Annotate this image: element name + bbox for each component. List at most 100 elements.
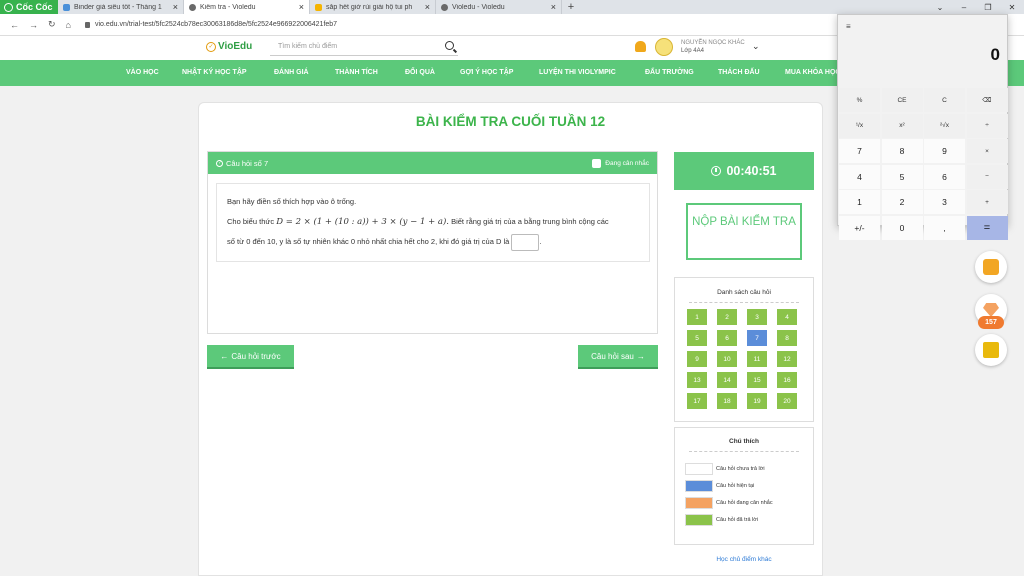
question-button[interactable]: 2 xyxy=(717,309,737,325)
calculator-key[interactable]: ¹/x xyxy=(839,113,880,138)
calculator-key[interactable]: x² xyxy=(881,113,923,138)
next-question-button[interactable]: Câu hỏi sau → xyxy=(578,345,658,369)
nav-violympic[interactable]: LUYỆN THI VIOLYMPIC xyxy=(539,69,616,76)
calculator-menu-icon[interactable]: ≡ xyxy=(846,22,851,31)
gift-shop-button[interactable] xyxy=(975,251,1007,283)
question-button[interactable]: 20 xyxy=(777,393,797,409)
timer-value: 00:40:51 xyxy=(726,164,777,178)
calculator-key[interactable]: 3 xyxy=(924,190,965,214)
tab-search-icon[interactable]: ⌄ xyxy=(928,0,952,14)
question-button[interactable]: 17 xyxy=(687,393,707,409)
question-button[interactable]: 3 xyxy=(747,309,767,325)
chevron-down-icon[interactable]: ⌄ xyxy=(752,41,760,52)
close-tab-icon[interactable]: × xyxy=(173,2,178,12)
nav-doi-qua[interactable]: ĐỔI QUÀ xyxy=(405,69,435,76)
calculator-key[interactable]: 7 xyxy=(839,139,880,163)
calculator-key[interactable]: , xyxy=(924,215,965,240)
calculator-key[interactable]: C xyxy=(924,88,965,112)
url-field[interactable]: vio.edu.vn/trial-test/5fc2524cb78ec30063… xyxy=(84,21,337,28)
calculator-key[interactable]: − xyxy=(966,164,1008,189)
question-button[interactable]: 11 xyxy=(747,351,767,367)
calculator-key[interactable]: % xyxy=(839,88,880,112)
calculator-key[interactable]: 8 xyxy=(881,139,923,163)
question-button[interactable]: 10 xyxy=(717,351,737,367)
calculator-key[interactable]: 2 xyxy=(881,190,923,214)
question-button[interactable]: 9 xyxy=(687,351,707,367)
question-button[interactable]: 4 xyxy=(777,309,797,325)
question-button[interactable]: 12 xyxy=(777,351,797,367)
legend-label: Câu hỏi hiện tại xyxy=(716,483,755,489)
lock-icon xyxy=(84,21,90,28)
prev-question-label: Câu hỏi trước xyxy=(231,351,281,361)
calculator-key[interactable]: 4 xyxy=(839,164,880,189)
new-tab-button[interactable]: + xyxy=(562,0,580,14)
nav-thach-dau[interactable]: THÁCH ĐẤU xyxy=(718,69,760,76)
consider-checkbox[interactable] xyxy=(592,158,602,168)
question-button[interactable]: 1 xyxy=(687,309,707,325)
question-button[interactable]: 6 xyxy=(717,330,737,346)
prev-question-button[interactable]: ← Câu hỏi trước xyxy=(207,345,294,369)
nav-goi-y[interactable]: GỢI Ý HỌC TẬP xyxy=(460,69,513,76)
calculator-key[interactable]: ²√x xyxy=(924,113,965,138)
question-button[interactable]: 14 xyxy=(717,372,737,388)
consider-toggle[interactable]: Đang cân nhắc xyxy=(592,158,649,168)
calculator-key[interactable]: + xyxy=(966,190,1008,214)
question-button[interactable]: 18 xyxy=(717,393,737,409)
search-icon[interactable] xyxy=(445,41,454,50)
calculator-key[interactable]: ÷ xyxy=(966,113,1008,138)
question-button[interactable]: 7 xyxy=(747,330,767,346)
notification-bell-icon[interactable] xyxy=(635,41,646,52)
tab-title: Kiểm tra - Violedu xyxy=(200,3,256,11)
forward-icon[interactable]: → xyxy=(29,20,38,30)
calculator-key[interactable]: 5 xyxy=(881,164,923,189)
home-icon[interactable]: ⌂ xyxy=(66,20,71,30)
close-tab-icon[interactable]: × xyxy=(299,2,304,12)
calculator-key[interactable]: × xyxy=(966,139,1008,163)
minimize-icon[interactable]: – xyxy=(952,0,976,14)
nav-danh-gia[interactable]: ĐÁNH GIÁ xyxy=(274,69,309,76)
question-button[interactable]: 16 xyxy=(777,372,797,388)
close-tab-icon[interactable]: × xyxy=(425,2,430,12)
question-button[interactable]: 5 xyxy=(687,330,707,346)
browser-brand[interactable]: Cốc Cốc xyxy=(0,0,58,14)
nav-mua-khoa-hoc[interactable]: MUA KHÓA HỌC xyxy=(785,69,840,76)
next-question-label: Câu hỏi sau xyxy=(591,351,634,361)
answer-input[interactable] xyxy=(511,233,540,251)
window-controls: ⌄ – ❐ ✕ xyxy=(928,0,1024,14)
clock-icon xyxy=(711,166,722,176)
nav-vao-hoc[interactable]: VÀO HỌC xyxy=(126,69,159,76)
browser-tab-1[interactable]: Binder giá siêu tốt - Tháng 1 × xyxy=(58,0,184,14)
maximize-icon[interactable]: ❐ xyxy=(976,0,1000,14)
calculator-key[interactable]: = xyxy=(966,215,1008,240)
user-info[interactable]: NGUYỄN NGỌC KHÁC Lớp 4A4 xyxy=(681,39,745,55)
browser-tab-3[interactable]: sắp hết giờ rùi giải hộ tui ph × xyxy=(310,0,436,14)
close-window-icon[interactable]: ✕ xyxy=(1000,0,1024,14)
browser-tab-bar: Cốc Cốc Binder giá siêu tốt - Tháng 1 × … xyxy=(0,0,1024,14)
calculator-window: ≡ 0 % CE C ⌫ ¹/x x² ²√x ÷ 7 8 9 × 4 5 6−1 2 3 + +/- 0, = xyxy=(837,14,1008,240)
calculator-key[interactable]: +/- xyxy=(839,215,880,240)
calculator-key[interactable]: CE xyxy=(881,88,923,112)
question-button[interactable]: 8 xyxy=(777,330,797,346)
question-button[interactable]: 13 xyxy=(687,372,707,388)
scroll-button[interactable] xyxy=(975,334,1007,366)
nav-nhat-ky[interactable]: NHẬT KÝ HỌC TẬP xyxy=(182,69,247,76)
calculator-key[interactable]: 0 xyxy=(881,215,923,240)
calculator-key[interactable]: 6 xyxy=(924,164,965,189)
nav-thanh-tich[interactable]: THÀNH TÍCH xyxy=(335,69,378,76)
question-button[interactable]: 15 xyxy=(747,372,767,388)
search-input[interactable]: Tìm kiếm chủ điểm xyxy=(270,39,458,56)
vioedu-logo[interactable]: ✓ VioEdu xyxy=(206,41,252,52)
question-button[interactable]: 19 xyxy=(747,393,767,409)
calculator-key[interactable]: 1 xyxy=(839,190,880,214)
calculator-key[interactable]: ⌫ xyxy=(966,88,1008,112)
avatar[interactable] xyxy=(655,38,673,56)
submit-test-button[interactable]: NỘP BÀI KIỂM TRA xyxy=(686,203,802,260)
close-tab-icon[interactable]: × xyxy=(551,2,556,12)
back-icon[interactable]: ← xyxy=(10,20,19,30)
browser-tab-2[interactable]: Kiểm tra - Violedu × xyxy=(184,0,310,14)
calculator-key[interactable]: 9 xyxy=(924,139,965,163)
other-topic-link[interactable]: Học chủ điểm khác xyxy=(674,556,814,563)
browser-tab-4[interactable]: Violedu - Violedu × xyxy=(436,0,562,14)
nav-dau-truong[interactable]: ĐẤU TRƯỜNG xyxy=(645,69,694,76)
reload-icon[interactable]: ↻ xyxy=(48,19,56,30)
